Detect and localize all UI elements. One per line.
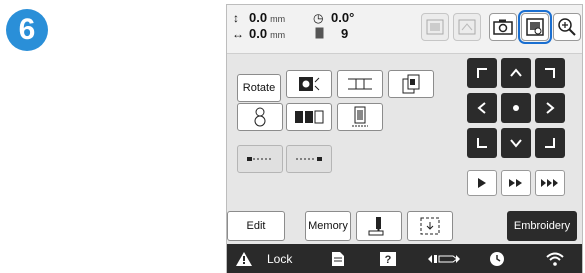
trial-frame-icon — [420, 217, 440, 235]
density-button[interactable] — [237, 103, 283, 131]
y-unit: mm — [270, 30, 286, 40]
border-icon — [299, 77, 320, 91]
rotate-button[interactable]: Rotate — [237, 74, 281, 102]
lock-label: Lock — [267, 251, 293, 266]
scan-frame-icon — [526, 18, 544, 36]
x-value: 0.0 — [249, 10, 268, 25]
move-down-button[interactable] — [501, 128, 531, 158]
flip-horizontal-icon — [348, 78, 372, 90]
warning-icon — [236, 251, 252, 266]
zoom-button[interactable] — [553, 13, 581, 41]
help-icon[interactable]: ? — [379, 244, 397, 273]
angle-icon: ◷ — [313, 11, 324, 25]
stitch-right-button[interactable] — [286, 145, 332, 173]
corner-up-left-icon — [477, 68, 487, 78]
center-dot-icon — [513, 105, 519, 111]
horizontal-move-icon: ↔ — [232, 27, 244, 41]
clock-icon[interactable] — [489, 244, 505, 273]
zoom-in-icon — [558, 18, 576, 36]
thread-feed-icon[interactable] — [427, 244, 461, 273]
machine-screen: ↕ ↔ 0.0 mm 0.0 mm ◷ 0.0° 9 Rotate Edit M… — [226, 4, 583, 273]
move-up-button[interactable] — [501, 58, 531, 88]
y-position-readout: 0.0 mm — [249, 26, 285, 41]
size-icon — [352, 106, 368, 127]
flip-horizontal-button[interactable] — [337, 70, 383, 98]
needle-icon — [368, 217, 384, 236]
top-bar: ↕ ↔ 0.0 mm 0.0 mm ◷ 0.0° 9 — [227, 5, 582, 54]
step-forward-button[interactable] — [467, 170, 497, 196]
svg-text:?: ? — [385, 254, 392, 266]
preview-button[interactable] — [453, 13, 481, 41]
step-number-badge: 6 — [6, 9, 48, 51]
count-value: 9 — [341, 26, 349, 41]
center-button[interactable] — [501, 93, 531, 123]
fastest-forward-icon — [541, 179, 558, 187]
move-up-right-button[interactable] — [535, 58, 565, 88]
lock-button[interactable]: Lock — [235, 244, 292, 273]
fastest-forward-button[interactable] — [535, 170, 565, 196]
move-up-left-button[interactable] — [467, 58, 497, 88]
pattern-view-button[interactable] — [421, 13, 449, 41]
corner-up-right-icon — [545, 68, 555, 78]
move-down-right-button[interactable] — [535, 128, 565, 158]
stitch-left-button[interactable] — [237, 145, 283, 173]
needle-mode-button[interactable] — [356, 211, 402, 241]
document-icon[interactable] — [331, 244, 345, 273]
wifi-icon[interactable] — [545, 244, 565, 273]
pattern-view-icon — [426, 19, 444, 35]
edit-label: Edit — [246, 220, 266, 232]
scan-frame-button[interactable] — [518, 10, 552, 44]
embroidery-label: Embroidery — [513, 220, 571, 232]
camera-button[interactable] — [489, 13, 517, 41]
y-value: 0.0 — [249, 26, 268, 41]
fast-forward-icon — [509, 179, 522, 187]
embroidery-button[interactable]: Embroidery — [507, 211, 577, 241]
camera-icon — [493, 19, 513, 35]
fast-forward-button[interactable] — [501, 170, 531, 196]
move-right-button[interactable] — [535, 93, 565, 123]
corner-down-left-icon — [477, 138, 487, 148]
arrow-up-icon — [510, 68, 522, 77]
rotate-label: Rotate — [242, 82, 276, 94]
vertical-move-icon: ↕ — [233, 11, 239, 25]
size-button[interactable] — [337, 103, 383, 131]
x-unit: mm — [270, 14, 286, 24]
bottom-button-row: Edit Memory Embroidery — [227, 209, 582, 243]
corner-down-right-icon — [545, 138, 555, 148]
status-bar: Lock ? — [227, 244, 582, 273]
duplicate-icon — [402, 74, 420, 94]
trial-frame-button[interactable] — [407, 211, 453, 241]
array-icon — [295, 110, 324, 124]
thread-count-icon — [315, 27, 324, 42]
preview-icon — [458, 19, 476, 35]
play-icon — [478, 178, 486, 188]
border-button[interactable] — [286, 70, 332, 98]
memory-label: Memory — [308, 220, 348, 232]
edit-button[interactable]: Edit — [227, 211, 285, 241]
move-down-left-button[interactable] — [467, 128, 497, 158]
arrow-left-icon — [477, 102, 486, 114]
density-icon — [254, 107, 266, 127]
move-left-button[interactable] — [467, 93, 497, 123]
stitch-left-icon — [247, 157, 273, 161]
array-button[interactable] — [286, 103, 332, 131]
duplicate-button[interactable] — [388, 70, 434, 98]
arrow-down-icon — [510, 139, 522, 148]
memory-button[interactable]: Memory — [305, 211, 351, 241]
arrow-right-icon — [546, 102, 555, 114]
angle-value: 0.0° — [331, 10, 355, 25]
x-position-readout: 0.0 mm — [249, 10, 285, 25]
stitch-right-icon — [296, 157, 322, 161]
